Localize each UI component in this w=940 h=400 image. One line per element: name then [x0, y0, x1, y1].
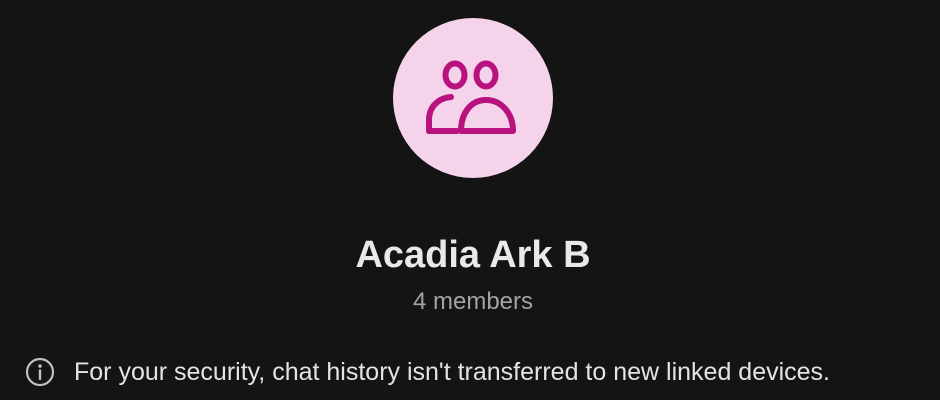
info-icon: [24, 356, 56, 388]
conversation-hero: Acadia Ark B 4 members For your security…: [0, 0, 940, 400]
group-avatar[interactable]: [393, 18, 553, 178]
group-icon: [421, 58, 525, 138]
member-count[interactable]: 4 members: [0, 286, 940, 318]
security-notice: For your security, chat history isn't tr…: [24, 353, 830, 391]
conversation-title: Acadia Ark B: [355, 234, 591, 276]
security-notice-text: For your security, chat history isn't tr…: [74, 358, 831, 386]
